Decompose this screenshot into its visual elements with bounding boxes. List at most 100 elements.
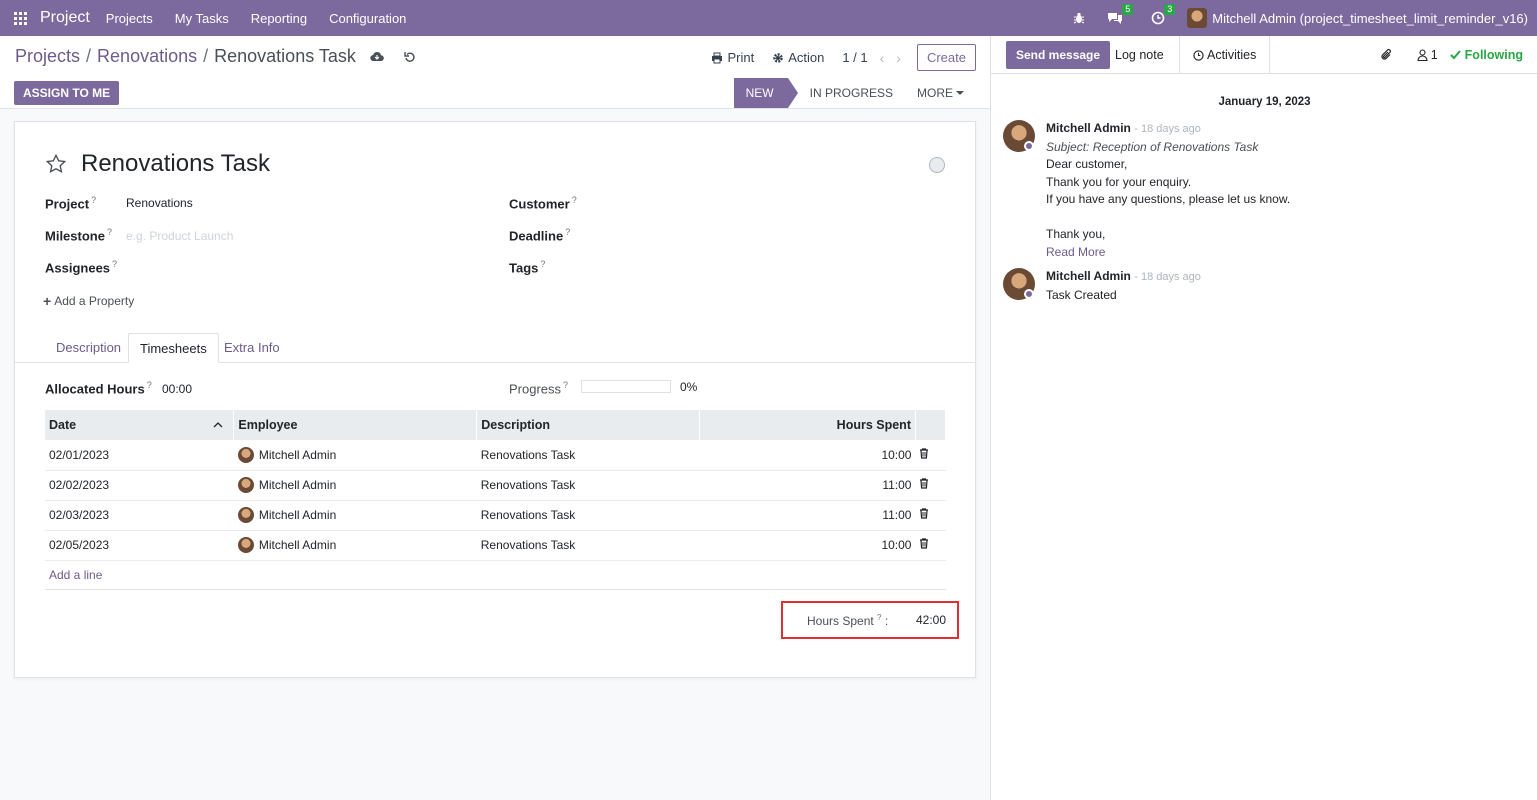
allocated-hours-value[interactable]: 00:00 [162,382,192,396]
form-sheet: Renovations Task Project? Renovations Mi… [14,121,976,678]
row-description[interactable]: Renovations Task [476,440,700,471]
followers-button[interactable]: 1 [1417,48,1438,62]
row-description[interactable]: Renovations Task [476,500,700,531]
row-employee[interactable]: Mitchell Admin [233,530,477,561]
message-author[interactable]: Mitchell Admin [1046,121,1131,135]
followers-count: 1 [1430,48,1438,62]
project-value[interactable]: Renovations [126,196,193,210]
apps-menu-icon[interactable] [0,0,40,36]
message-date: - 18 days ago [1134,271,1201,283]
breadcrumb-projects[interactable]: Projects [15,46,80,67]
pager-value[interactable]: 1 / 1 [842,50,867,65]
print-button[interactable]: Print [711,50,754,65]
row-description[interactable]: Renovations Task [476,530,700,561]
total-divider [45,589,946,590]
column-description[interactable]: Description [476,410,701,440]
table-row[interactable]: 02/03/2023 Mitchell Admin Renovations Ta… [45,500,946,531]
control-panel: Projects / Renovations / Renovations Tas… [0,36,990,109]
delete-row-trash-icon[interactable] [915,470,946,501]
column-actions [915,410,947,440]
save-cloud-icon[interactable] [370,51,384,62]
discard-undo-icon[interactable] [404,51,416,63]
message-author[interactable]: Mitchell Admin [1046,269,1131,283]
row-hours[interactable]: 11:00 [699,470,916,501]
stage-more-label: MORE [917,86,953,100]
pager-next-icon[interactable]: › [896,50,901,66]
column-date[interactable]: Date [45,410,235,440]
row-date[interactable]: 02/05/2023 [45,530,234,561]
app-brand[interactable]: Project [40,9,90,27]
table-row[interactable]: 02/01/2023 Mitchell Admin Renovations Ta… [45,440,946,471]
stage-more-dropdown[interactable]: MORE [905,78,976,108]
table-row[interactable]: 02/05/2023 Mitchell Admin Renovations Ta… [45,530,946,561]
row-date[interactable]: 02/03/2023 [45,500,234,531]
progress-bar [581,380,671,393]
tab-extra-info[interactable]: Extra Info [213,333,291,363]
activities-clock-icon[interactable]: 3 [1151,4,1176,25]
menu-my-tasks[interactable]: My Tasks [175,11,229,26]
menu-projects[interactable]: Projects [106,11,153,26]
activities-button[interactable]: Activities [1179,36,1271,74]
menu-configuration[interactable]: Configuration [329,11,406,26]
user-menu[interactable]: Mitchell Admin (project_timesheet_limit_… [1212,11,1528,26]
message-line: Dear customer, [1046,157,1128,171]
assign-to-me-button[interactable]: ASSIGN TO ME [14,81,120,105]
task-title[interactable]: Renovations Task [81,150,270,178]
row-date[interactable]: 02/02/2023 [45,470,234,501]
table-row[interactable]: 02/02/2023 Mitchell Admin Renovations Ta… [45,470,946,501]
breadcrumb: Projects / Renovations / Renovations Tas… [15,46,416,67]
menu-reporting[interactable]: Reporting [251,11,307,26]
sort-ascending-icon [213,418,223,432]
stage-in-progress[interactable]: IN PROGRESS [798,78,905,108]
read-more-link[interactable]: Read More [1046,244,1290,262]
attachment-paperclip-icon[interactable] [1380,48,1393,62]
star-priority-icon[interactable] [45,153,67,175]
create-button[interactable]: Create [916,44,976,71]
add-property-button[interactable]: + Add a Property [43,293,134,309]
clock-icon [1193,49,1204,61]
row-hours[interactable]: 10:00 [699,530,916,561]
hours-spent-total: Hours Spent ? : 42:00 [781,601,959,639]
message-line: Thank you, [1046,227,1106,241]
messages-badge: 5 [1122,4,1134,15]
hours-spent-total-value: 42:00 [915,613,946,627]
column-hours-spent[interactable]: Hours Spent [699,410,916,440]
add-line-link[interactable]: Add a line [49,568,102,582]
employee-avatar [237,477,254,493]
kanban-state-icon[interactable] [929,157,945,173]
delete-row-trash-icon[interactable] [915,440,946,471]
delete-row-trash-icon[interactable] [915,500,946,531]
tab-timesheets[interactable]: Timesheets [128,333,219,363]
send-message-button[interactable]: Send message [1006,41,1111,69]
row-employee[interactable]: Mitchell Admin [233,500,477,531]
plus-icon: + [43,293,52,309]
delete-row-trash-icon[interactable] [915,530,946,561]
log-note-button[interactable]: Log note [1103,36,1176,74]
customer-label: Customer? [509,195,577,212]
chatter-topbar: Send message Log note Activities 1 Follo… [991,36,1537,74]
user-avatar[interactable] [1187,8,1208,28]
message-line: Task Created [1046,287,1117,302]
notebook-tabs: Description Timesheets Extra Info [15,333,975,363]
row-hours[interactable]: 11:00 [699,500,916,531]
following-button[interactable]: Following [1449,48,1523,62]
debug-bug-icon[interactable] [1073,12,1085,24]
messages-icon[interactable]: 5 [1107,4,1134,25]
row-employee[interactable]: Mitchell Admin [233,440,477,471]
tab-description[interactable]: Description [45,333,132,363]
breadcrumb-renovations[interactable]: Renovations [97,46,197,67]
row-date[interactable]: 02/01/2023 [45,440,234,471]
row-hours[interactable]: 10:00 [699,440,916,471]
pager-previous-icon[interactable]: ‹ [880,50,885,66]
row-description[interactable]: Renovations Task [476,470,700,501]
milestone-label: Milestone? [45,227,112,244]
milestone-input[interactable]: e.g. Product Launch [126,229,233,243]
top-navbar: Project Projects My Tasks Reporting Conf… [0,0,1537,36]
hours-spent-total-label: Hours Spent ? : [807,612,889,628]
stage-new[interactable]: NEW [733,78,798,108]
check-icon [1449,50,1461,60]
column-employee[interactable]: Employee [233,410,478,440]
row-employee[interactable]: Mitchell Admin [233,470,477,501]
breadcrumb-separator: / [203,46,209,66]
action-button[interactable]: Action [772,50,824,65]
